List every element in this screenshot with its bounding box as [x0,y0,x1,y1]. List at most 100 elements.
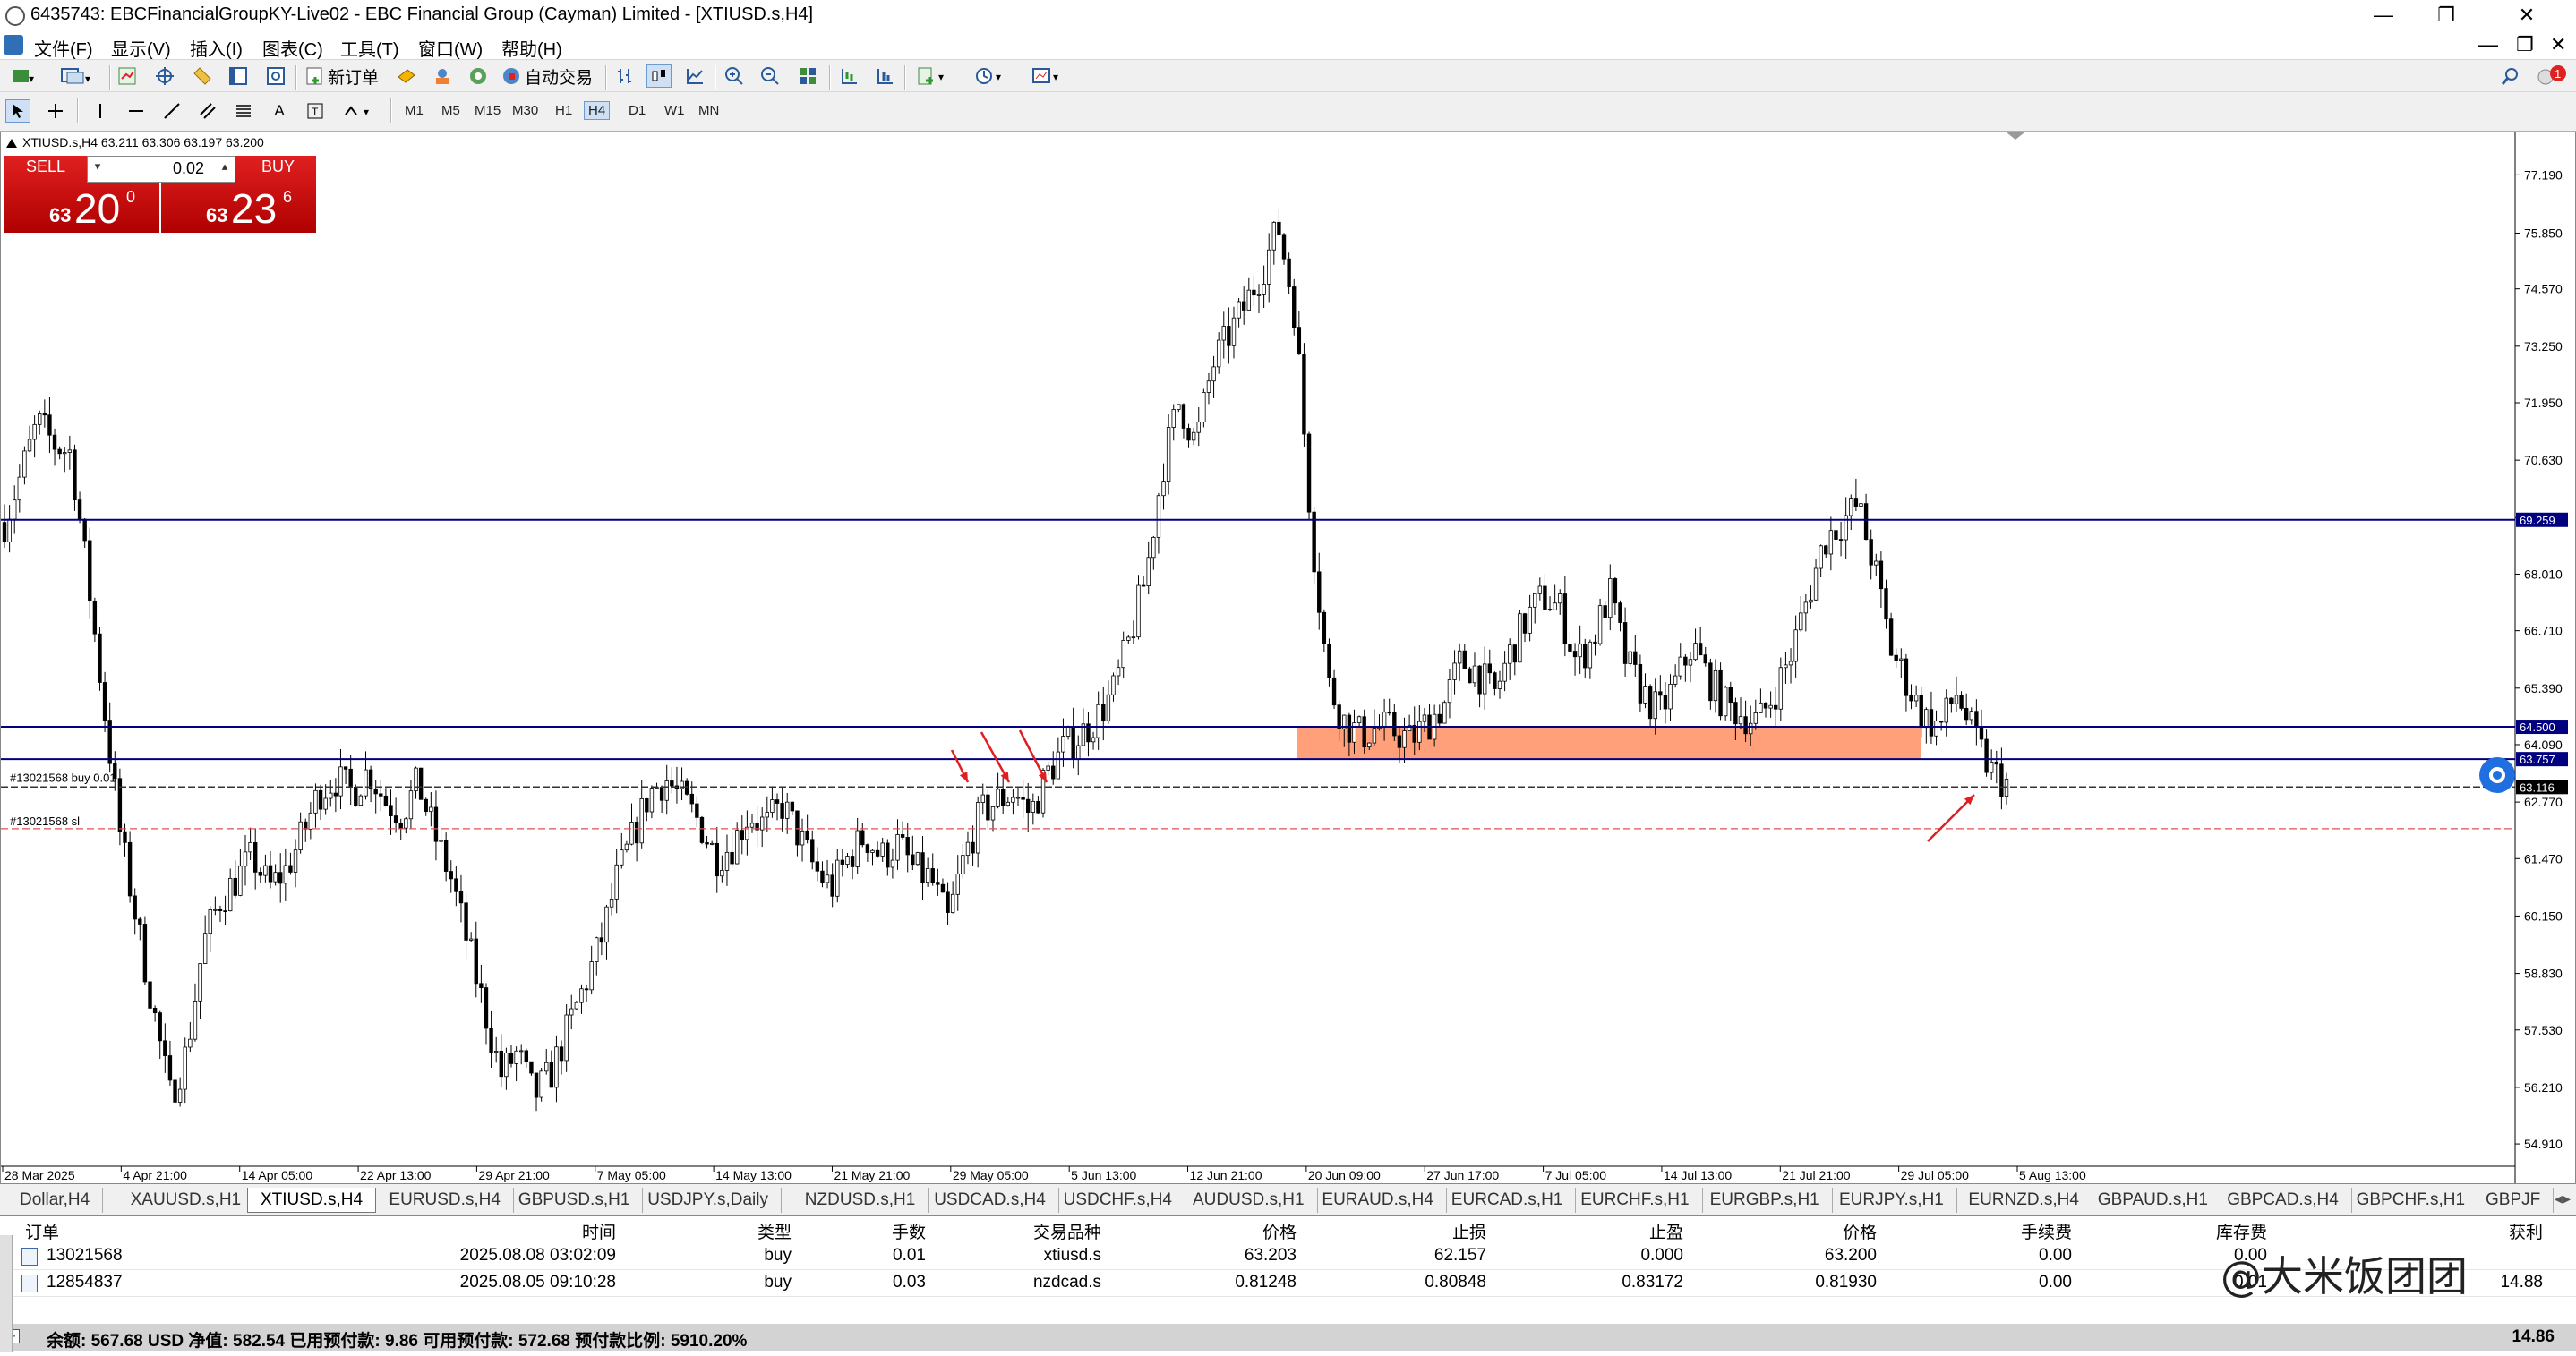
autotrading-button[interactable]: 自动交易 [501,64,593,88]
metaeditor-icon[interactable] [394,64,419,88]
chart-shift-icon[interactable] [836,64,861,88]
terminal-icon[interactable] [226,64,251,88]
mdi-close-button[interactable]: ✕ [2550,33,2566,56]
restore-button[interactable]: ❐ [2415,0,2478,31]
auto-scroll-icon[interactable] [872,64,897,88]
chart-tab[interactable]: USDJPY.s,Daily [635,1188,782,1213]
menu-tools[interactable]: 工具(T) [340,35,399,61]
crosshair-icon[interactable] [43,99,68,123]
zoom-in-icon[interactable] [722,64,747,88]
profiles-icon[interactable]: ▾ [56,64,100,88]
search-icon[interactable] [2498,64,2523,88]
chart-tab[interactable]: AUDUSD.s,H1 [1180,1188,1318,1213]
chat-icon[interactable] [430,64,455,88]
chart-tab[interactable]: GBPCAD.s,H4 [2214,1188,2352,1213]
zoom-out-icon[interactable] [757,64,783,88]
new-chart-icon[interactable]: ▾ [5,64,41,88]
menu-charts[interactable]: 图表(C) [262,35,323,61]
timeframe-w1[interactable]: W1 [664,103,685,118]
timeframe-d1[interactable]: D1 [629,103,646,118]
order-row[interactable]: 13021568 2025.08.08 03:02:09 buy 0.01 xtiusd… [0,1243,2576,1270]
chart-tab[interactable]: EURJPY.s,H1 [1827,1188,1957,1213]
terminal-col-header[interactable]: 手续费 [2021,1219,2072,1243]
cursor-icon[interactable] [5,99,30,123]
terminal-col-header[interactable]: 止盈 [1649,1219,1683,1243]
chart-tab[interactable]: Dollar,H4 [7,1188,104,1213]
channel-icon[interactable] [195,99,220,123]
chart-tab[interactable]: EURGBP.s,H1 [1698,1188,1833,1213]
chart-tab[interactable]: USDCAD.s,H4 [921,1188,1059,1213]
price-chart[interactable]: 77.19075.85074.57073.25071.95070.63069.3… [1,132,2575,1183]
terminal-col-header[interactable]: 库存费 [2216,1219,2267,1243]
terminal-col-header[interactable]: 交易品种 [1033,1219,1101,1243]
terminal-col-header[interactable]: 订单 [25,1219,59,1243]
arrows-icon[interactable]: ▾ [338,99,378,123]
terminal-col-header[interactable]: 手数 [892,1219,926,1243]
chart-tab[interactable]: EURUSD.s,H4 [376,1188,514,1213]
periods-icon[interactable]: ▾ [971,64,1010,88]
chart-tab[interactable]: EURAUD.s,H4 [1309,1188,1447,1213]
mdi-restore-button[interactable]: ❐ [2516,33,2534,56]
chart-tab[interactable]: GBPJF [2473,1188,2555,1213]
timeframe-h4[interactable]: H4 [584,101,611,120]
menu-file[interactable]: 文件(F) [34,35,93,61]
floating-assistant-icon[interactable] [2479,757,2515,793]
lot-up-icon[interactable]: ▴ [217,159,233,179]
terminal-col-header[interactable]: 时间 [582,1219,616,1243]
terminal-col-header[interactable]: 价格 [1843,1219,1877,1243]
chart-tab[interactable]: EURCAD.s,H1 [1439,1188,1577,1213]
menu-window[interactable]: 窗口(W) [418,35,483,61]
toolbox-side-tab[interactable] [0,1235,13,1352]
order-row[interactable]: 12854837 2025.08.05 09:10:28 buy 0.03 nzdcad… [0,1270,2576,1297]
candle-body [1723,687,1728,717]
strategy-tester-icon[interactable] [263,64,288,88]
vertical-line-icon[interactable] [88,99,113,123]
menu-view[interactable]: 显示(V) [111,35,171,61]
chart-tab[interactable]: XAUUSD.s,H1 [118,1188,255,1213]
chart-tab[interactable]: GBPUSD.s,H1 [506,1188,644,1213]
tab-scroll-arrows-icon[interactable]: ◂▸ [2555,1190,2571,1208]
chart-tab[interactable]: NZDUSD.s,H1 [792,1188,929,1213]
text-label-icon[interactable]: T [303,99,328,123]
chart-tab[interactable]: EURNZD.s,H4 [1956,1188,2092,1213]
market-watch-icon[interactable] [115,64,140,88]
fibonacci-icon[interactable] [231,99,256,123]
tile-windows-icon[interactable] [795,64,820,88]
timeframe-m30[interactable]: M30 [512,103,538,118]
lot-down-icon[interactable]: ▾ [90,159,106,179]
terminal-col-header[interactable]: 止损 [1452,1219,1486,1243]
navigator-icon[interactable] [190,64,215,88]
templates-icon[interactable]: ▾ [1028,64,1067,88]
notifications-icon[interactable]: 1 [2534,64,2570,88]
chart-window[interactable]: 77.19075.85074.57073.25071.95070.63069.3… [0,132,2576,1184]
timeframe-h1[interactable]: H1 [555,103,572,118]
chart-tab[interactable]: GBPAUD.s,H1 [2085,1188,2221,1213]
horizontal-line-icon[interactable] [124,99,149,123]
close-button[interactable]: ✕ [2478,0,2576,31]
data-window-icon[interactable] [152,64,177,88]
timeframe-m5[interactable]: M5 [441,103,460,118]
chart-tab[interactable]: EURCHF.s,H1 [1568,1188,1703,1213]
chart-tab[interactable]: XTIUSD.s,H4 [247,1188,377,1213]
text-icon[interactable]: A [267,99,292,123]
bar-chart-icon[interactable] [612,64,638,88]
signals-icon[interactable] [466,64,491,88]
terminal-col-header[interactable]: 获利 [2509,1219,2543,1243]
menu-insert[interactable]: 插入(I) [190,35,243,61]
lot-size-input[interactable]: ▾ 0.02 ▴ [87,156,235,183]
new-order-button[interactable]: 新订单 [304,64,379,88]
mdi-minimize-button[interactable]: — [2478,33,2498,56]
line-chart-icon[interactable] [682,64,707,88]
indicators-icon[interactable]: ▾ [913,64,953,88]
timeframe-mn[interactable]: MN [698,103,719,118]
menu-help[interactable]: 帮助(H) [501,35,562,61]
minimize-button[interactable]: — [2352,0,2415,31]
terminal-col-header[interactable]: 价格 [1262,1219,1297,1243]
terminal-col-header[interactable]: 类型 [757,1219,792,1243]
trendline-icon[interactable] [159,99,184,123]
chart-tab[interactable]: USDCHF.s,H4 [1051,1188,1185,1213]
chart-tab[interactable]: GBPCHF.s,H1 [2344,1188,2479,1213]
timeframe-m15[interactable]: M15 [475,103,501,118]
candlestick-chart-icon[interactable] [646,64,672,88]
timeframe-m1[interactable]: M1 [405,103,424,118]
